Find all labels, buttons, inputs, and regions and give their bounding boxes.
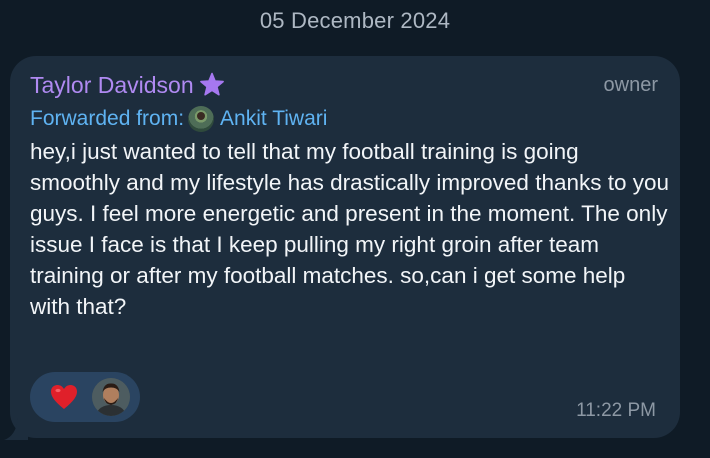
forwarded-avatar xyxy=(188,106,215,132)
forwarded-name[interactable]: Ankit Tiwari xyxy=(220,107,327,131)
message-time: 11:22 PM xyxy=(576,400,656,421)
star-icon xyxy=(199,72,224,96)
bubble-tail xyxy=(4,418,28,440)
heart-icon xyxy=(51,385,77,409)
reactor-avatar[interactable] xyxy=(92,378,130,416)
message-bubble[interactable]: Taylor Davidson owner Forwarded from: An… xyxy=(4,56,680,440)
role-label: owner xyxy=(603,74,658,96)
forwarded-header[interactable]: Forwarded from: Ankit Tiwari xyxy=(30,104,327,134)
sender-name[interactable]: Taylor Davidson xyxy=(30,72,194,99)
reaction-pill[interactable] xyxy=(30,372,140,422)
date-separator: 05 December 2024 xyxy=(259,8,451,33)
message-text: hey,i just wanted to tell that my footba… xyxy=(30,139,670,319)
avatar-icon xyxy=(92,378,130,416)
forwarded-label: Forwarded from: xyxy=(30,107,185,130)
sender-row: Taylor Davidson xyxy=(30,70,226,100)
